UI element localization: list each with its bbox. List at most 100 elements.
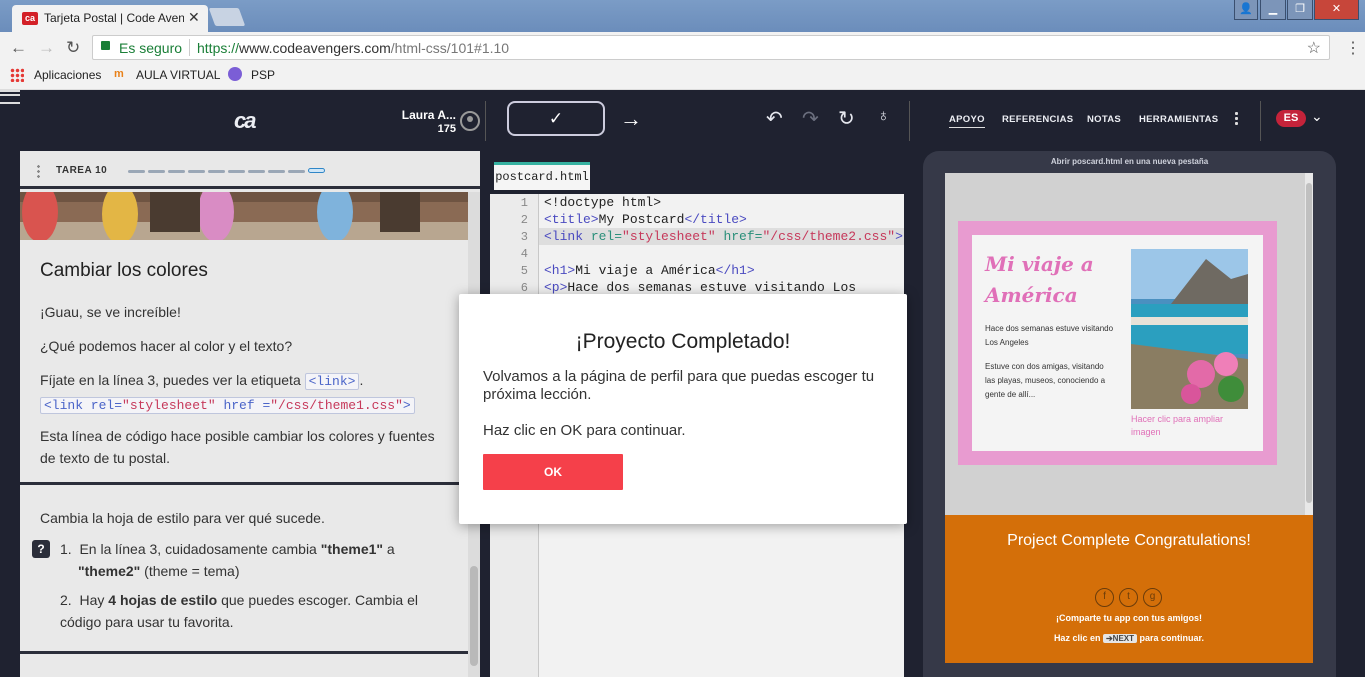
hamburger-menu-icon[interactable] (0, 90, 20, 104)
project-complete-box: Project Complete Congratulations! f t g … (945, 515, 1313, 663)
code-line-2[interactable]: <title>My Postcard</title> (544, 212, 747, 227)
nav-referencias[interactable]: REFERENCIAS (1002, 114, 1073, 125)
tab-close-icon[interactable]: ✕ (188, 9, 200, 26)
progress-step[interactable] (188, 170, 205, 173)
banner-illustration (20, 192, 468, 240)
progress-step[interactable] (228, 170, 245, 173)
close-window-button[interactable]: ✕ (1314, 0, 1359, 20)
forward-icon[interactable]: → (38, 38, 55, 58)
lesson-title: Cambiar los colores (40, 260, 208, 281)
nav-herramientas[interactable]: HERRAMIENTAS (1139, 114, 1218, 125)
google-plus-icon[interactable]: g (1143, 588, 1162, 607)
continue-text: Haz clic en ➔NEXT para continuar. (1053, 633, 1205, 643)
progress-step[interactable] (128, 170, 145, 173)
twitter-icon[interactable]: t (1119, 588, 1138, 607)
facebook-icon[interactable]: f (1095, 588, 1114, 607)
progress-step-current[interactable] (308, 168, 325, 173)
bookmark-apps[interactable]: Aplicaciones (34, 68, 101, 82)
link-tag-code: <link> (304, 373, 360, 390)
lesson-paragraph: Esta línea de código hace posible cambia… (40, 428, 435, 466)
ok-button[interactable]: OK (483, 454, 623, 490)
user-points: 175 (437, 123, 456, 135)
step-2: 2. Hay 4 hojas de estilo que puedes esco… (60, 592, 419, 630)
tab-title: Tarjeta Postal | Code Avengers (44, 11, 184, 25)
project-complete-modal: ¡Proyecto Completado! Volvamos a la pági… (459, 294, 907, 524)
project-complete-title: Project Complete Congratulations! (1007, 532, 1251, 549)
redo-icon[interactable]: ↷ (802, 106, 819, 131)
lesson-panel: TAREA 10 Cambiar los colores ¡Guau, se v… (20, 151, 480, 677)
code-line-5[interactable]: <h1>Mi viaje a América</h1> (544, 263, 755, 278)
postcard-photo[interactable] (1131, 249, 1248, 409)
share-text: ¡Comparte tu app con tus amigos! (1055, 613, 1202, 623)
lesson-instruction: Cambia la hoja de estilo para ver qué su… (40, 510, 325, 526)
url-text: https://www.codeavengers.com/html-css/10… (197, 40, 510, 56)
next-arrow-icon[interactable]: → (620, 106, 642, 132)
postcard: Mi viaje a América Hace dos semanas estu… (958, 221, 1277, 465)
browser-menu-icon[interactable]: ⋮ (1345, 38, 1361, 58)
reload-icon[interactable]: ↻ (66, 38, 80, 58)
progress-step[interactable] (148, 170, 165, 173)
browser-tab[interactable]: ca Tarjeta Postal | Code Avengers ✕ (12, 5, 208, 32)
bookmark-aula-virtual[interactable]: AULA VIRTUAL (136, 68, 220, 82)
postcard-inner: Mi viaje a América Hace dos semanas estu… (972, 235, 1263, 451)
modal-hint: Haz clic en OK para continuar. (483, 422, 686, 439)
drag-handle-icon[interactable] (37, 164, 40, 178)
next-chip: ➔NEXT (1102, 634, 1138, 643)
help-icon[interactable]: ? (32, 540, 50, 558)
modal-body: Volvamos a la página de perfil para que … (483, 368, 875, 403)
user-avatar-icon[interactable] (460, 111, 480, 131)
lesson-paragraph: Fíjate en la línea 3, puedes ver la etiq… (40, 369, 460, 417)
app-logo[interactable]: ca (234, 108, 257, 134)
lesson-paragraph: ¡Guau, se ve increíble! (40, 304, 181, 320)
browser-titlebar: ca Tarjeta Postal | Code Avengers ✕ 👤 ▁ … (0, 0, 1365, 32)
maximize-button[interactable]: ❐ (1287, 0, 1313, 20)
user-name[interactable]: Laura A... (380, 108, 456, 122)
address-bar[interactable]: Es seguro https://www.codeavengers.com/h… (92, 35, 1330, 60)
back-icon[interactable]: ← (10, 38, 27, 58)
open-in-new-tab-link[interactable]: Abrir poscard.html en una nueva pestaña (923, 157, 1336, 166)
reset-icon[interactable]: ↻ (838, 106, 855, 131)
language-badge[interactable]: ES (1276, 110, 1306, 127)
lesson-scrollbar-thumb[interactable] (470, 566, 478, 666)
step-1: 1. En la línea 3, cuidadosamente cambia … (60, 541, 395, 579)
enlarge-image-link[interactable]: Hacer clic para ampliar imagen (1131, 413, 1248, 439)
code-example: <link rel="stylesheet" href ="/css/theme… (40, 397, 415, 414)
preview-panel: Abrir poscard.html en una nueva pestaña … (923, 151, 1336, 677)
new-tab-button[interactable] (208, 8, 246, 26)
psp-icon (228, 67, 242, 81)
hint-lightbulb-icon[interactable]: ♁ (877, 106, 890, 126)
progress-step[interactable] (248, 170, 265, 173)
nav-notas[interactable]: NOTAS (1087, 114, 1121, 125)
code-line-1[interactable]: <!doctype html> (544, 195, 661, 210)
preview-scrollbar-thumb[interactable] (1306, 183, 1312, 503)
more-options-icon[interactable] (1235, 111, 1238, 125)
preview-frame: Mi viaje a América Hace dos semanas estu… (945, 173, 1313, 515)
secure-label: Es seguro (119, 40, 183, 56)
postcard-text: Estuve con dos amigas, visitando las pla… (985, 362, 1106, 399)
landscape-photo (1131, 249, 1248, 409)
undo-icon[interactable]: ↶ (766, 106, 783, 131)
check-code-button[interactable]: ✓ (507, 101, 605, 136)
task-label: TAREA 10 (56, 165, 108, 176)
progress-step[interactable] (208, 170, 225, 173)
lesson-content: Cambiar los colores ¡Guau, se ve increíb… (20, 240, 468, 677)
profile-icon[interactable]: 👤 (1234, 0, 1258, 20)
task-bar: TAREA 10 (20, 151, 480, 189)
app-header: ca Laura A... 175 ✓ → ↶ ↷ ↻ ♁ APOYO REFE… (0, 90, 1365, 141)
postcard-title: Mi viaje a América (985, 252, 1094, 307)
apps-grid-icon[interactable] (10, 68, 24, 82)
chevron-down-icon[interactable]: ⌄ (1311, 108, 1323, 125)
nav-apoyo[interactable]: APOYO (949, 114, 985, 128)
bookmark-star-icon[interactable]: ☆ (1307, 38, 1321, 58)
minimize-button[interactable]: ▁ (1260, 0, 1286, 20)
code-line-3[interactable]: <link rel="stylesheet" href="/css/theme2… (544, 229, 903, 244)
code-line-6[interactable]: <p>Hace dos semanas estuve visitando Los (544, 280, 856, 295)
line-number: 3 (520, 230, 528, 244)
line-number: 2 (520, 213, 528, 227)
progress-step[interactable] (268, 170, 285, 173)
file-tab-postcard[interactable]: postcard.html (494, 162, 590, 190)
bookmark-psp[interactable]: PSP (251, 68, 275, 82)
progress-step[interactable] (168, 170, 185, 173)
progress-step[interactable] (288, 170, 305, 173)
lock-icon (101, 41, 110, 50)
